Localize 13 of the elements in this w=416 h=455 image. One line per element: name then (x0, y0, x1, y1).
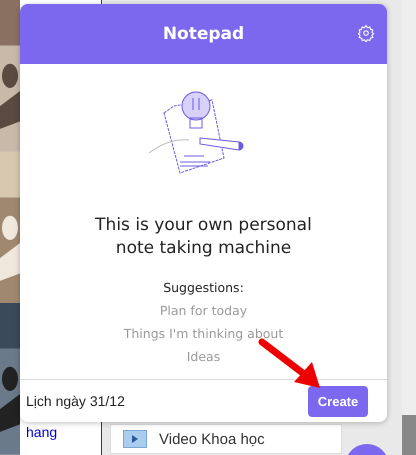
suggestion-item[interactable]: Ideas (186, 349, 220, 364)
suggestions-label: Suggestions: (163, 280, 244, 295)
link-text[interactable]: hang (20, 424, 101, 440)
suggestion-item[interactable]: Plan for today (160, 303, 248, 318)
suggestion-item[interactable]: Things I'm thinking about (124, 326, 284, 341)
scrollbar-thumb[interactable] (402, 415, 416, 455)
intro-heading: This is your own personal note taking machine (94, 214, 313, 260)
settings-icon[interactable] (357, 24, 375, 42)
list-item-text: Video Khoa học (159, 430, 265, 448)
video-list-item[interactable]: Video Khoa học (110, 424, 342, 454)
create-button[interactable]: Create (308, 386, 368, 416)
window-title: Notepad (162, 24, 244, 44)
play-icon (123, 430, 147, 448)
